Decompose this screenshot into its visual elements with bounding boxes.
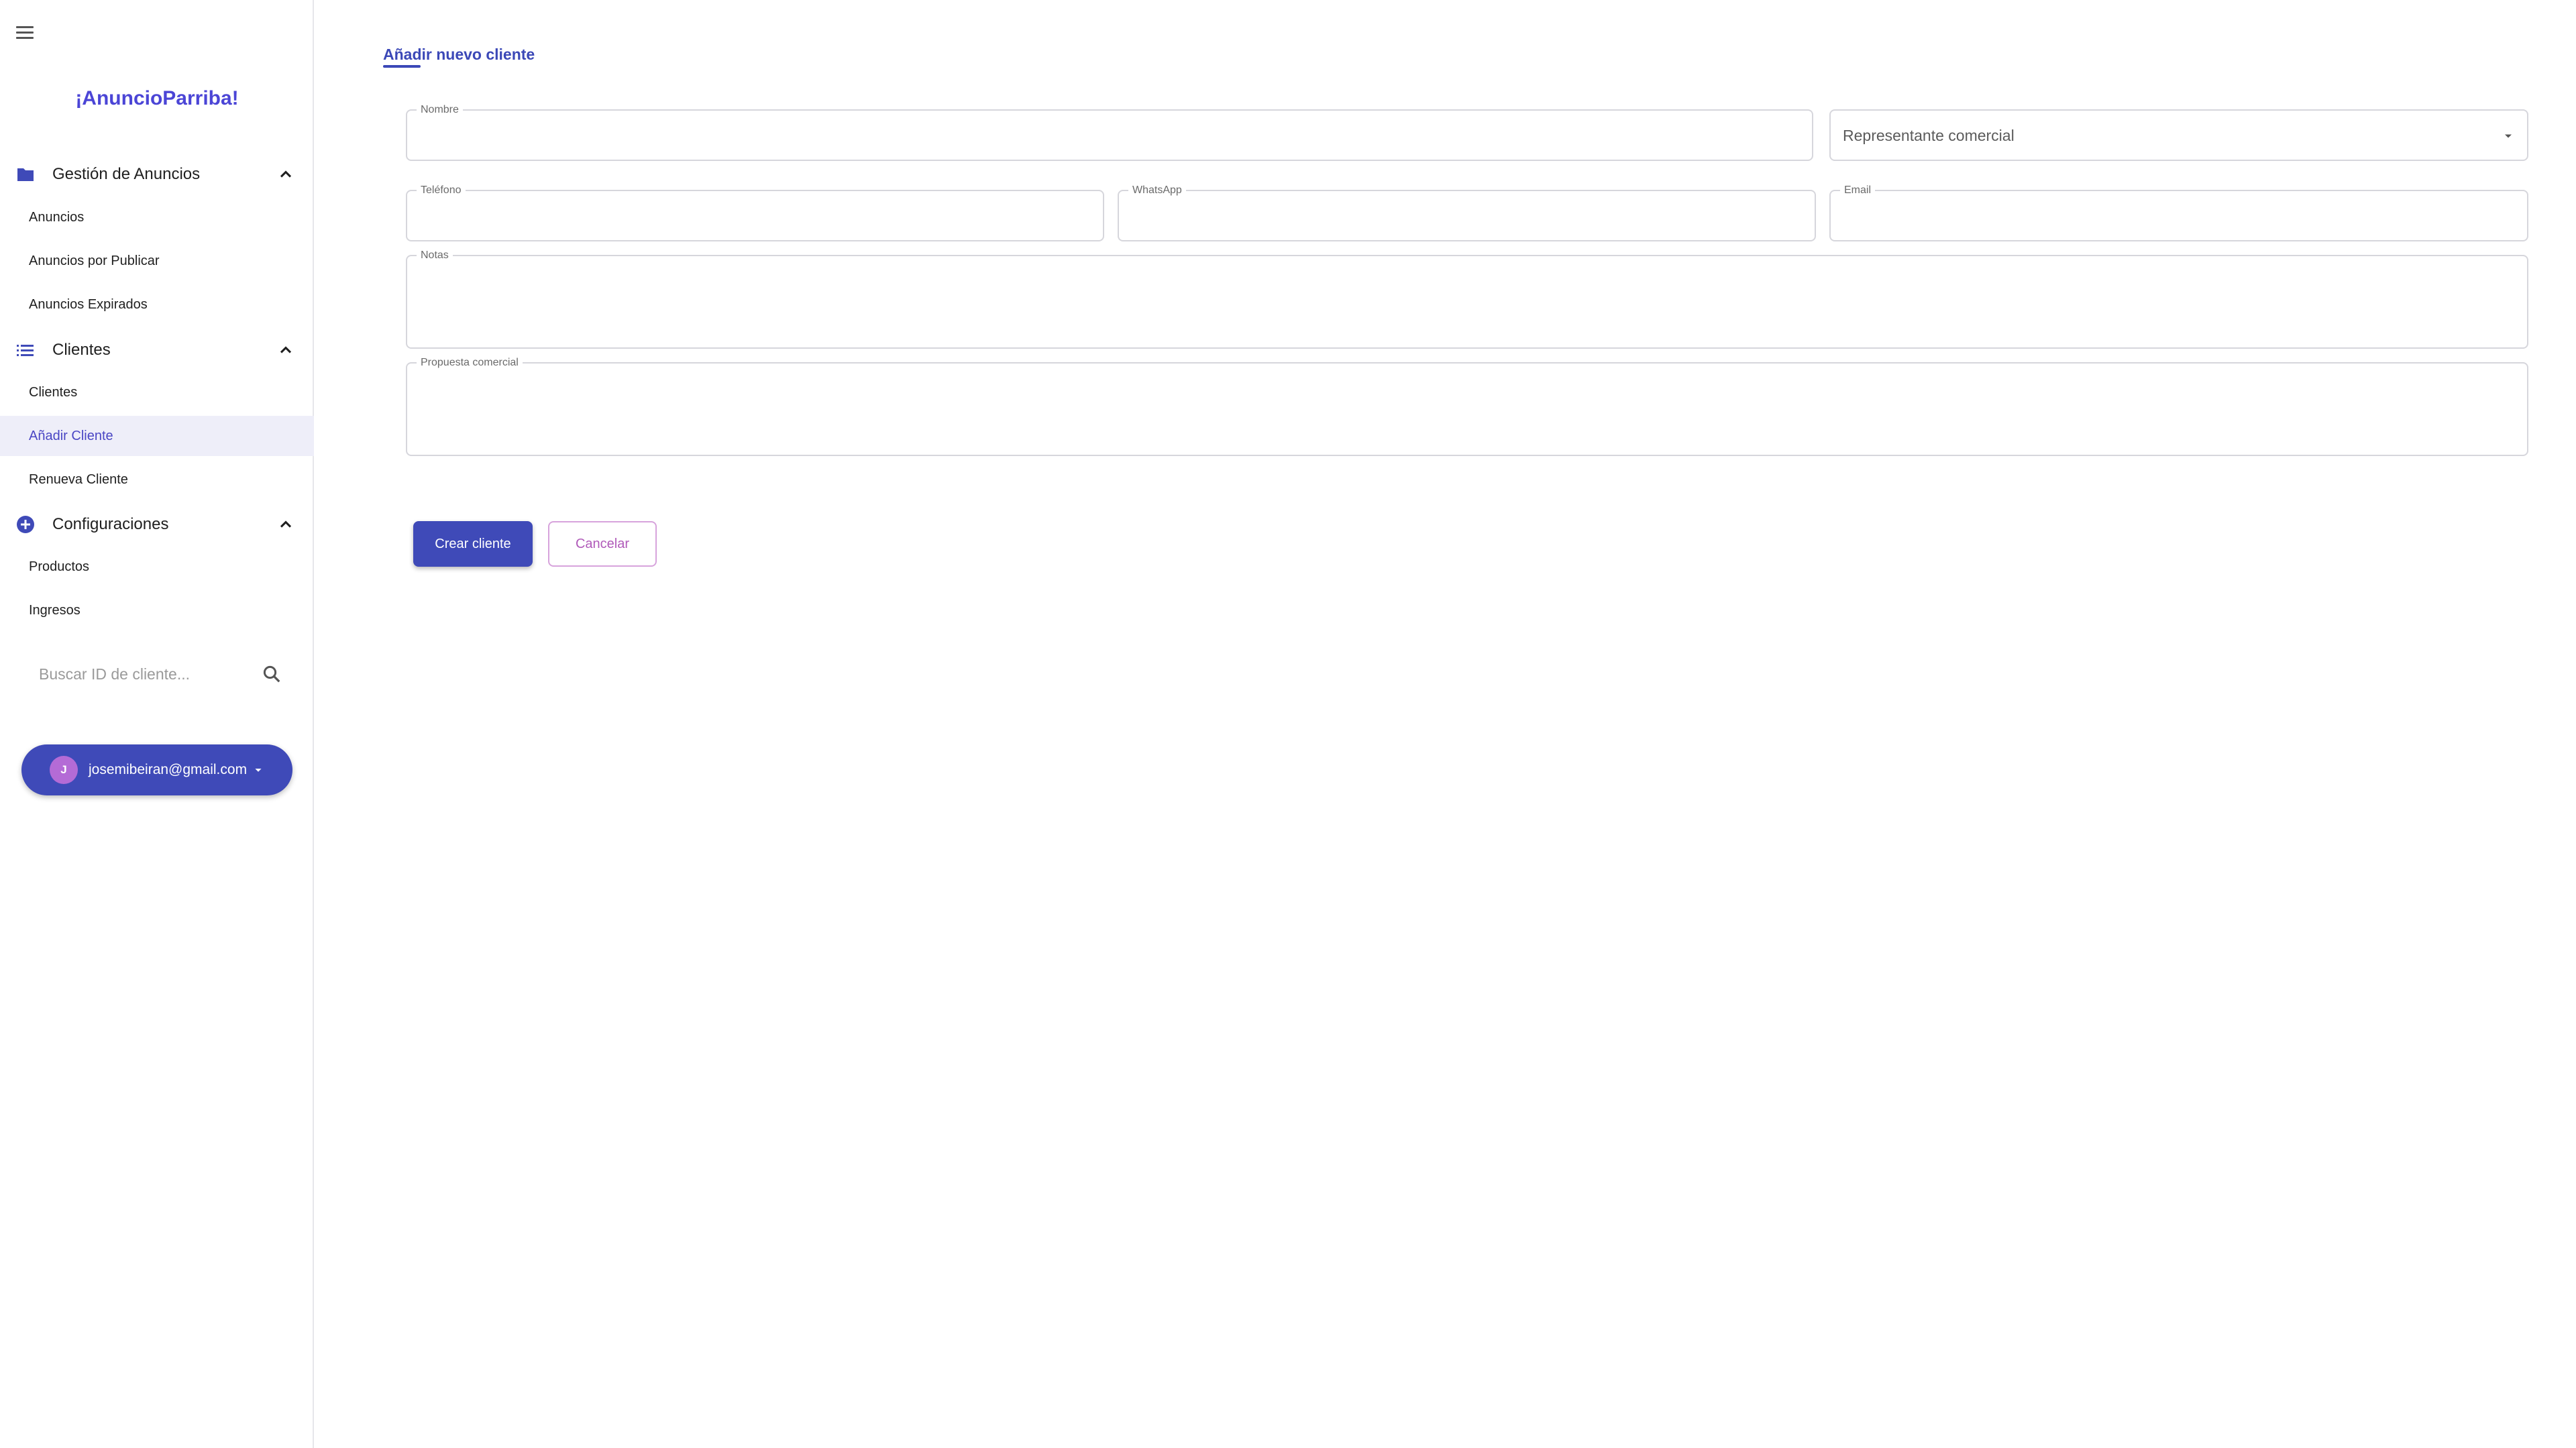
sidebar: ¡AnuncioParriba! Gestión de Anuncios Anu… [0, 0, 314, 1448]
user-menu-button[interactable]: J josemibeiran@gmail.com [21, 744, 292, 795]
plus-circle-icon [16, 515, 35, 534]
notas-field: Notas [406, 249, 2528, 349]
nombre-field: Nombre [406, 103, 1813, 161]
avatar: J [50, 756, 78, 784]
whatsapp-input[interactable] [1119, 191, 1815, 240]
caret-down-icon [255, 769, 262, 772]
list-icon [16, 341, 35, 359]
crear-cliente-button[interactable]: Crear cliente [413, 521, 533, 567]
nav-group-gestion-anuncios[interactable]: Gestión de Anuncios [0, 154, 314, 194]
search-input[interactable] [23, 664, 251, 684]
propuesta-comercial-field: Propuesta comercial [406, 356, 2528, 456]
sidebar-item-productos[interactable]: Productos [0, 547, 314, 587]
representante-placeholder: Representante comercial [1843, 127, 2015, 144]
user-email: josemibeiran@gmail.com [89, 762, 248, 777]
nav-group-configuraciones[interactable]: Configuraciones [0, 504, 314, 545]
client-id-search [23, 654, 298, 694]
telefono-field: Teléfono [406, 184, 1104, 241]
nav-group-label: Clientes [52, 341, 111, 359]
sidebar-item-anadir-cliente[interactable]: Añadir Cliente [0, 416, 314, 456]
chevron-up-icon[interactable] [276, 341, 295, 359]
sidebar-item-renueva-cliente[interactable]: Renueva Cliente [0, 459, 314, 500]
tab-anadir-nuevo-cliente[interactable]: Añadir nuevo cliente [383, 46, 535, 64]
chevron-up-icon[interactable] [276, 515, 295, 534]
sidebar-item-ingresos[interactable]: Ingresos [0, 590, 314, 630]
cancelar-button[interactable]: Cancelar [548, 521, 657, 567]
telefono-input[interactable] [407, 191, 1103, 240]
brand-logo-text: ¡AnuncioParriba! [75, 87, 239, 109]
caret-down-icon [2505, 134, 2512, 138]
propuesta-comercial-textarea[interactable] [407, 364, 2527, 455]
sidebar-item-anuncios-por-publicar[interactable]: Anuncios por Publicar [0, 241, 314, 281]
nav-group-label: Gestión de Anuncios [52, 165, 201, 183]
email-field: Email [1829, 184, 2528, 241]
chevron-up-icon[interactable] [276, 165, 295, 184]
hamburger-menu-icon[interactable] [16, 23, 35, 42]
email-input[interactable] [1831, 191, 2527, 240]
sidebar-item-anuncios-expirados[interactable]: Anuncios Expirados [0, 284, 314, 325]
nav-group-label: Configuraciones [52, 515, 169, 533]
nav-group-clientes[interactable]: Clientes [0, 330, 314, 370]
search-icon[interactable] [262, 664, 282, 684]
notas-textarea[interactable] [407, 256, 2527, 347]
folder-icon [16, 165, 35, 184]
sidebar-item-anuncios[interactable]: Anuncios [0, 197, 314, 237]
sidebar-item-clientes[interactable]: Clientes [0, 372, 314, 412]
representante-comercial-select[interactable]: Representante comercial [1829, 109, 2528, 161]
tab-active-indicator [383, 65, 421, 68]
whatsapp-field: WhatsApp [1118, 184, 1816, 241]
nombre-input[interactable] [407, 111, 1812, 160]
